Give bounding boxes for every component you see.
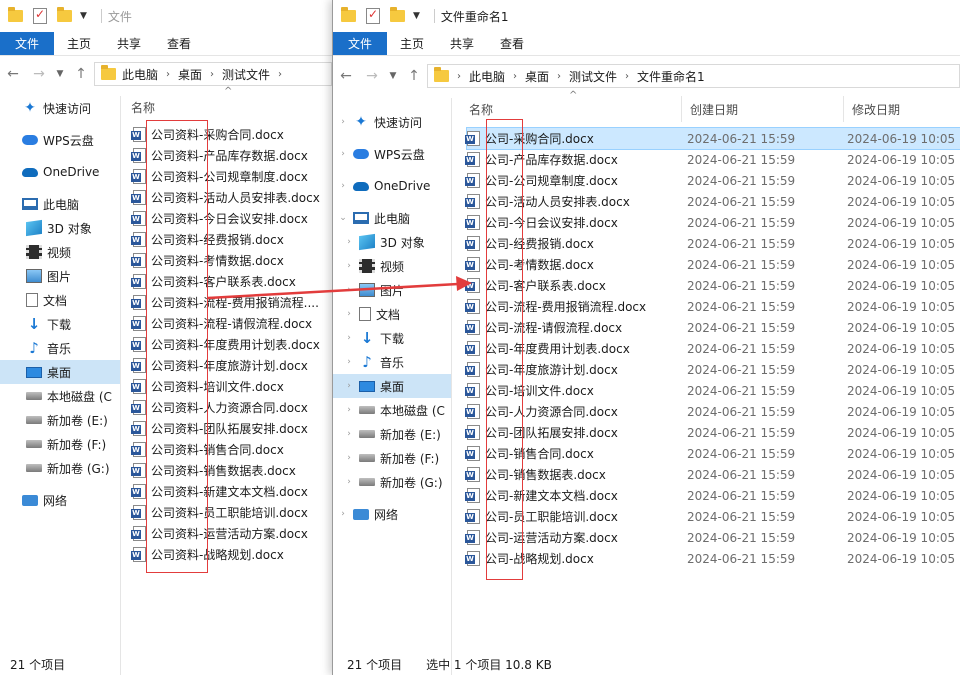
annotation-arrow <box>207 276 472 300</box>
arrow-shaft <box>207 282 459 300</box>
arrow-head <box>456 276 472 291</box>
